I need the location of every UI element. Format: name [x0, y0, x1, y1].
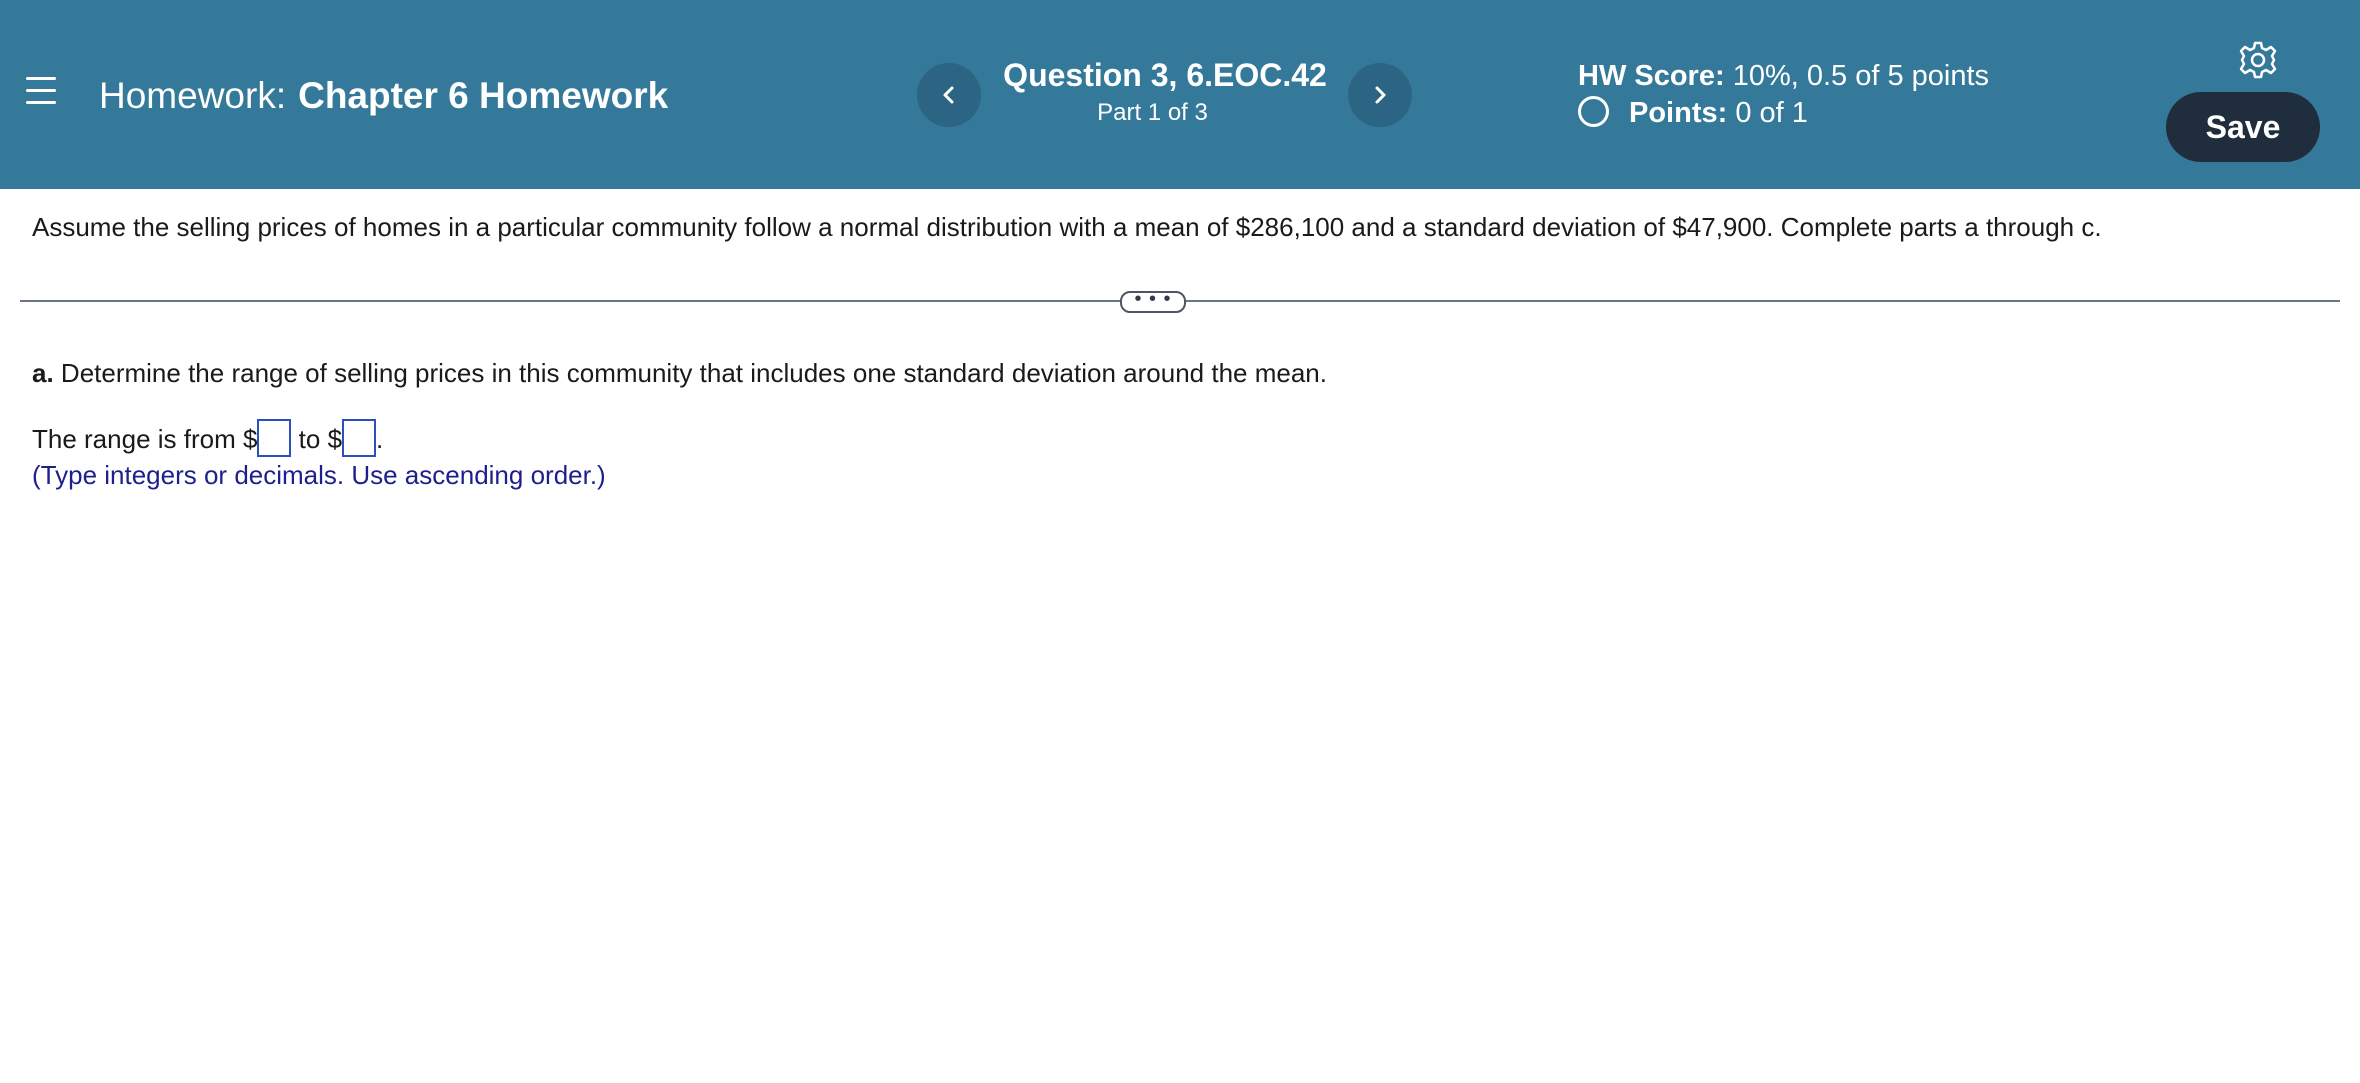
gear-icon[interactable] — [2238, 40, 2278, 80]
question-points: Points: 0 of 1 — [1578, 95, 1808, 131]
homework-title: Homework: Chapter 6 Homework — [99, 72, 668, 120]
answer-prefix: The range is from $ — [32, 424, 258, 454]
top-header-bar: Homework: Chapter 6 Homework Question 3, … — [0, 0, 2360, 189]
expand-problem-button[interactable]: • • • — [1120, 289, 1186, 313]
hw-score-label: HW Score: — [1578, 60, 1725, 92]
points-label: Points: — [1629, 97, 1728, 129]
part-a-prompt: a. Determine the range of selling prices… — [32, 356, 1327, 390]
empty-circle-icon — [1578, 96, 1609, 127]
homework-name: Chapter 6 Homework — [298, 75, 669, 116]
save-button[interactable]: Save — [2166, 92, 2320, 162]
question-title: Question 3, 6.EOC.42 — [1003, 57, 1327, 93]
next-question-button[interactable] — [1348, 63, 1412, 127]
menu-icon[interactable] — [26, 77, 60, 109]
answer-line: The range is from $ to $. — [32, 419, 383, 459]
range-lower-input[interactable] — [257, 419, 292, 457]
answer-middle: to $ — [291, 424, 343, 454]
answer-suffix: . — [376, 424, 384, 454]
question-part: Part 1 of 3 — [1097, 99, 1208, 126]
hw-score: HW Score: 10%, 0.5 of 5 points — [1578, 58, 1989, 94]
previous-question-button[interactable] — [917, 63, 981, 127]
homework-prefix: Homework: — [99, 75, 287, 116]
part-letter: a. — [32, 358, 54, 388]
answer-hint: (Type integers or decimals. Use ascendin… — [32, 460, 606, 490]
points-value: 0 of 1 — [1735, 97, 1808, 129]
problem-statement: Assume the selling prices of homes in a … — [32, 212, 2102, 242]
part-a-question: Determine the range of selling prices in… — [60, 358, 1327, 388]
chevron-right-icon — [1375, 86, 1386, 104]
hw-score-value: 10%, 0.5 of 5 points — [1732, 60, 1990, 92]
range-upper-input[interactable] — [342, 419, 377, 457]
chevron-left-icon — [943, 86, 954, 104]
